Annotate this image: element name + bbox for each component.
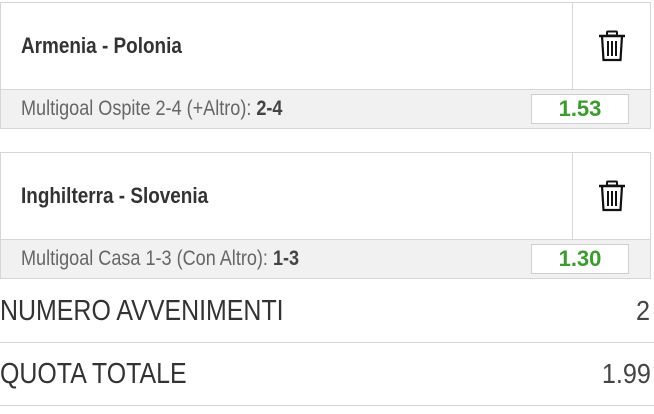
match-name: Inghilterra - Slovenia [21,183,209,208]
events-count-label: NUMERO AVVENIMENTI [0,294,284,327]
selection-label: Multigoal Ospite 2-4 (+Altro): [21,97,257,120]
total-odds-row: QUOTA TOTALE 1.99 [0,343,654,406]
selection-row: Multigoal Casa 1-3 (Con Altro): 1-3 1.30 [1,239,650,278]
remove-event-button[interactable] [574,3,650,89]
selection-value: 2-4 [256,97,283,120]
selection-text: Multigoal Ospite 2-4 (+Altro): 2-4 [21,97,282,121]
match-name: Armenia - Polonia [21,33,182,58]
selection-text: Multigoal Casa 1-3 (Con Altro): 1-3 [21,247,299,271]
match-row: Inghilterra - Slovenia [1,153,573,239]
selection-row: Multigoal Ospite 2-4 (+Altro): 2-4 1.53 [1,89,650,128]
bet-card: Inghilterra - Slovenia Multigoal Casa 1-… [0,152,651,279]
events-count-row: NUMERO AVVENIMENTI 2 [0,280,654,343]
selection-value: 1-3 [272,247,300,270]
bet-card: Armenia - Polonia Multigoal Ospite 2-4 (… [0,2,651,129]
trash-icon [599,180,625,212]
trash-icon [599,30,625,62]
events-count-value: 2 [636,295,651,326]
total-odds-label: QUOTA TOTALE [0,357,187,390]
odds-value: 1.30 [531,244,629,274]
odds-value: 1.53 [531,94,629,124]
match-row: Armenia - Polonia [1,3,573,89]
total-odds-value: 1.99 [601,358,651,389]
remove-event-button[interactable] [574,153,650,239]
selection-label: Multigoal Casa 1-3 (Con Altro): [21,247,273,270]
